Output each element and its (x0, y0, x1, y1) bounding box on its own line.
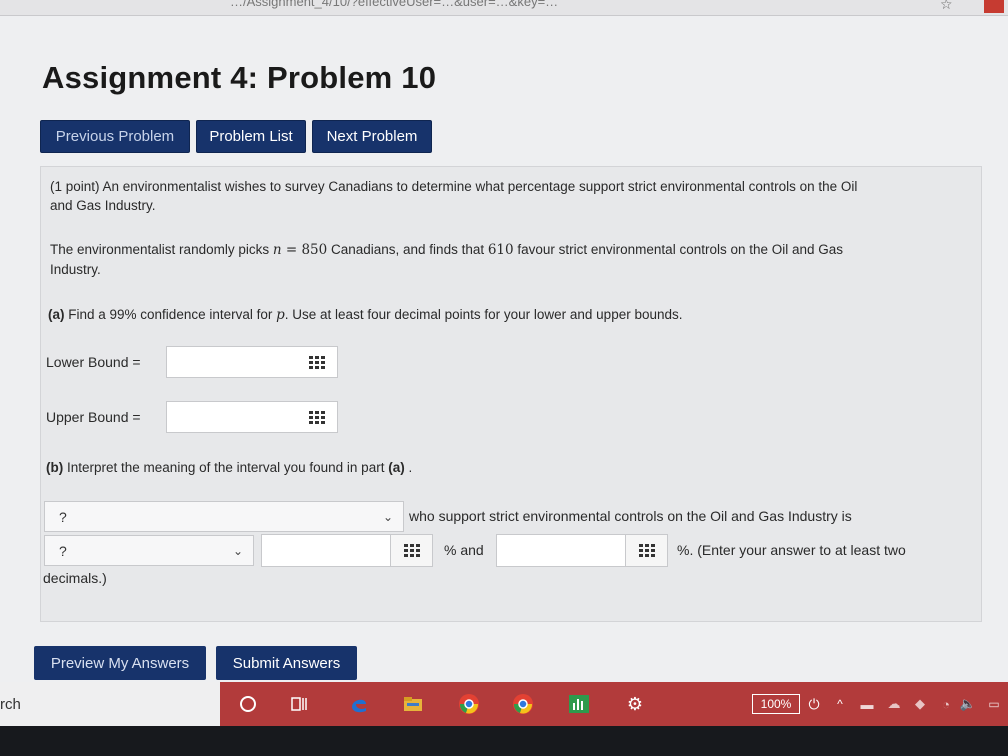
notifications-icon[interactable]: ▭ (984, 692, 1004, 716)
zoom-level-badge[interactable]: 100% (752, 694, 800, 714)
part-a-tag: (a) (48, 307, 65, 322)
problem-intro: (1 point) An environmentalist wishes to … (50, 177, 970, 215)
upper-bound-row: Upper Bound = (46, 401, 338, 433)
tray-app-icon[interactable]: ▬ (856, 692, 878, 716)
cloud-icon[interactable]: ☁ (884, 692, 904, 716)
cortana-circle-icon[interactable] (236, 692, 260, 716)
problem-page: Assignment 4: Problem 10 Previous Proble… (0, 16, 1008, 682)
chrome-profile-icon[interactable] (510, 692, 536, 716)
volume-icon[interactable]: 🔈 (958, 692, 978, 716)
preview-answers-button[interactable]: Preview My Answers (34, 646, 206, 680)
percent-high-field[interactable] (496, 534, 668, 567)
browser-top-strip: …/Assignment_4/10/?effectiveUser=…&user=… (0, 0, 1008, 16)
part-b-text-1: Interpret the meaning of the interval yo… (63, 460, 389, 475)
star-icon[interactable]: ☆ (940, 0, 953, 13)
interpretation-select-1[interactable]: ? ⌄ (44, 501, 404, 532)
lower-bound-field[interactable] (166, 346, 338, 378)
sample-text-b: Canadians, and finds that (327, 242, 488, 257)
chevron-down-icon: ⌄ (232, 544, 243, 558)
submit-answers-button[interactable]: Submit Answers (216, 646, 357, 680)
p-variable: p (276, 307, 285, 323)
decimals-text: decimals.) (43, 570, 107, 586)
next-problem-button[interactable]: Next Problem (312, 120, 432, 153)
select-1-value: ? (59, 508, 67, 525)
dropbox-icon[interactable]: ◆ (910, 692, 930, 716)
n-variable: n (272, 242, 282, 258)
sample-size: 850 (301, 242, 328, 258)
edge-browser-icon[interactable] (346, 692, 372, 716)
sample-text-a: The environmentalist randomly picks (50, 242, 273, 257)
bar-chart-app-icon[interactable] (566, 692, 592, 716)
equation-editor-icon[interactable] (307, 354, 327, 370)
intro-line-1: (1 point) An environmentalist wishes to … (50, 179, 858, 194)
address-bar-url[interactable]: …/Assignment_4/10/?effectiveUser=…&user=… (230, 0, 558, 9)
interpretation-sentence-1: who support strict environmental control… (409, 508, 852, 524)
equation-editor-icon (402, 543, 422, 559)
problem-list-button[interactable]: Problem List (196, 120, 306, 153)
lower-bound-row: Lower Bound = (46, 346, 338, 378)
sample-text-c: favour strict environmental controls on … (513, 242, 844, 257)
task-view-icon[interactable] (287, 692, 311, 716)
percent-end-text: %. (Enter your answer to at least two (677, 542, 906, 558)
intro-line-2: and Gas Industry. (50, 198, 156, 213)
equation-editor-button[interactable] (625, 535, 667, 566)
previous-problem-button[interactable]: Previous Problem (40, 120, 190, 153)
sample-line-2: Industry. (50, 262, 101, 277)
success-count: 610 (487, 242, 514, 258)
percent-low-field[interactable] (261, 534, 433, 567)
part-a-text-2: . Use at least four decimal points for y… (284, 307, 683, 322)
part-b-tag: (b) (46, 460, 64, 475)
problem-body: (1 point) An environmentalist wishes to … (40, 166, 982, 622)
file-explorer-icon[interactable] (400, 692, 426, 716)
lower-bound-input[interactable] (167, 348, 287, 376)
upper-bound-field[interactable] (166, 401, 338, 433)
upper-bound-input[interactable] (167, 403, 287, 431)
power-plug-icon[interactable]: ⏻ (806, 692, 822, 716)
upper-bound-label: Upper Bound = (46, 409, 141, 425)
part-a-text-1: Find a 99% confidence interval for (64, 307, 277, 322)
browser-extension-icon[interactable] (984, 0, 1004, 13)
settings-gear-icon[interactable]: ⚙ (622, 692, 648, 716)
chevron-up-icon[interactable]: ^ (832, 692, 848, 716)
problem-sample: The environmentalist randomly picks n = … (50, 240, 970, 279)
part-b-prompt: (b) Interpret the meaning of the interva… (46, 458, 966, 477)
percent-and-text: % and (444, 542, 484, 558)
chrome-icon[interactable] (456, 692, 482, 716)
part-b-text-2: . (404, 460, 413, 475)
equals-sign: = (281, 242, 302, 258)
screen-bezel (0, 726, 1008, 756)
part-a-prompt: (a) Find a 99% confidence interval for p… (48, 305, 968, 325)
part-b-ref: (a) (388, 460, 405, 475)
taskbar-search-text: rch (0, 696, 21, 713)
wifi-icon[interactable]: ◔ (936, 692, 956, 716)
chevron-down-icon: ⌄ (382, 510, 393, 524)
equation-editor-button[interactable] (390, 535, 432, 566)
equation-editor-icon (637, 543, 657, 559)
lower-bound-label: Lower Bound = (46, 354, 141, 370)
equation-editor-icon[interactable] (307, 409, 327, 425)
select-2-value: ? (59, 542, 67, 559)
windows-taskbar: rch ⚙ 100% ⏻ ^ ▬ ☁ ◆ ◔ 🔈 ▭ (0, 682, 1008, 726)
taskbar-search-box[interactable]: rch (0, 682, 220, 726)
interpretation-select-2[interactable]: ? ⌄ (44, 535, 254, 566)
page-title: Assignment 4: Problem 10 (42, 60, 437, 95)
